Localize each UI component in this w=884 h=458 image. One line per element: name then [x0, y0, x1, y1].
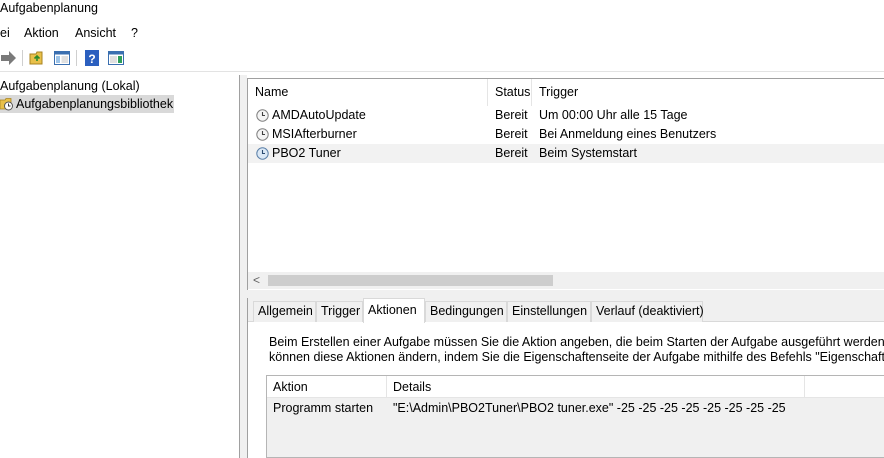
horizontal-splitter[interactable] [247, 290, 884, 298]
task-clock-icon [256, 128, 269, 141]
column-header-empty [805, 376, 884, 398]
task-status: Bereit [495, 127, 528, 141]
tree-item-label: Aufgabenplanungsbibliothek [16, 97, 174, 111]
horizontal-scrollbar[interactable]: < [248, 272, 884, 289]
actions-table: Aktion Details Programm starten "E:\Admi… [266, 375, 884, 458]
forward-arrow-icon[interactable] [0, 49, 18, 67]
menu-file[interactable]: ei [0, 26, 10, 40]
description-line: Beim Erstellen einer Aufgabe müssen Sie … [269, 335, 884, 349]
scrollbar-thumb[interactable] [268, 275, 553, 286]
toolbar-separator [76, 50, 77, 66]
task-list: Name Status Trigger AMDAutoUpdate Bereit… [247, 78, 884, 290]
folder-up-icon[interactable] [29, 49, 47, 67]
task-trigger: Beim Systemstart [539, 146, 637, 160]
tree-item-local[interactable]: Aufgabenplanung (Lokal) [0, 77, 140, 95]
tree-item-label: Aufgabenplanung (Lokal) [0, 79, 140, 93]
task-name: MSIAfterburner [272, 127, 357, 141]
task-name: PBO2 Tuner [272, 146, 341, 160]
tree-item-library[interactable]: Aufgabenplanungsbibliothek [0, 95, 174, 113]
task-trigger: Um 00:00 Uhr alle 15 Tage [539, 108, 688, 122]
menu-aktion[interactable]: Aktion [24, 26, 59, 40]
column-header-aktion[interactable]: Aktion [267, 376, 387, 398]
column-header-details[interactable]: Details [387, 376, 805, 398]
menu-ansicht[interactable]: Ansicht [75, 26, 116, 40]
task-status: Bereit [495, 108, 528, 122]
pane-splitter[interactable] [240, 75, 247, 458]
toolbar-separator [22, 50, 23, 66]
console-tree-icon[interactable] [53, 49, 71, 67]
actions-description: Beim Erstellen einer Aufgabe müssen Sie … [269, 335, 884, 365]
tab-trigger[interactable]: Trigger [316, 301, 363, 322]
task-clock-icon [256, 109, 269, 122]
menu-bar: ei Aktion Ansicht ? [0, 22, 884, 44]
description-line: können diese Aktionen ändern, indem Sie … [269, 350, 884, 364]
table-row[interactable]: AMDAutoUpdate Bereit Um 00:00 Uhr alle 1… [248, 106, 884, 125]
action-pane-icon[interactable] [107, 49, 125, 67]
help-icon[interactable]: ? [83, 49, 101, 67]
task-details-pane: Allgemein Trigger Aktionen Bedingungen E… [247, 298, 884, 458]
action-type[interactable]: Programm starten [267, 398, 373, 418]
menu-help[interactable]: ? [131, 26, 138, 40]
title-bar: Aufgabenplanung [0, 0, 884, 22]
tab-verlauf[interactable]: Verlauf (deaktiviert) [591, 301, 704, 322]
task-clock-icon [256, 147, 269, 160]
tab-strip: Allgemein Trigger Aktionen Bedingungen E… [248, 298, 884, 323]
task-trigger: Bei Anmeldung eines Benutzers [539, 127, 717, 141]
table-row-selected[interactable]: PBO2 Tuner Bereit Beim Systemstart [248, 144, 884, 163]
task-library-icon [0, 97, 14, 111]
column-header-trigger[interactable]: Trigger [532, 79, 884, 106]
scroll-left-icon[interactable]: < [253, 272, 260, 289]
tab-einstellungen[interactable]: Einstellungen [507, 301, 591, 322]
table-row[interactable]: MSIAfterburner Bereit Bei Anmeldung eine… [248, 125, 884, 144]
column-header-name[interactable]: Name [248, 79, 488, 106]
console-tree-pane: Aufgabenplanung (Lokal) Aufgabenplanungs… [0, 75, 240, 458]
svg-text:?: ? [88, 52, 95, 66]
column-header-status[interactable]: Status [488, 79, 532, 106]
tab-aktionen[interactable]: Aktionen [363, 298, 425, 323]
task-status: Bereit [495, 146, 528, 160]
tab-bedingungen[interactable]: Bedingungen [425, 301, 507, 322]
task-name: AMDAutoUpdate [272, 108, 366, 122]
toolbar: ? [0, 44, 884, 72]
window-title: Aufgabenplanung [0, 1, 99, 15]
action-details[interactable]: "E:\Admin\PBO2Tuner\PBO2 tuner.exe" -25 … [387, 398, 786, 418]
tab-allgemein[interactable]: Allgemein [253, 301, 316, 322]
